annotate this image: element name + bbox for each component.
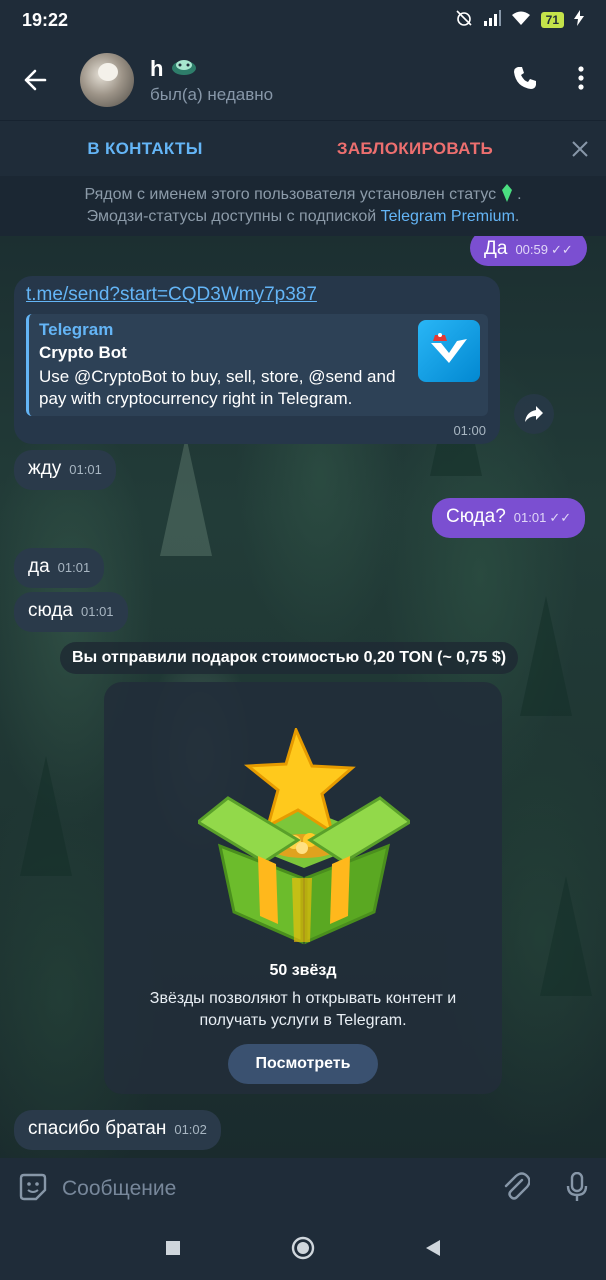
- preview-site-name: Telegram: [39, 320, 114, 339]
- message-link[interactable]: t.me/send?start=CQD3Wmy7p387: [26, 284, 488, 306]
- signal-icon: [483, 9, 501, 31]
- gift-stars-icon: [198, 728, 410, 945]
- message-incoming[interactable]: сюда 01:01: [14, 592, 128, 632]
- status-bar: 19:22 71: [0, 0, 606, 40]
- gift-description: Звёзды позволяют h открывать контент и п…: [149, 990, 457, 1029]
- message-incoming[interactable]: да 01:01: [14, 548, 105, 588]
- attach-button[interactable]: [502, 1171, 531, 1207]
- sticker-emoji-button[interactable]: [18, 1172, 48, 1207]
- emoji-status-icon[interactable]: [171, 56, 197, 82]
- more-vertical-icon: [578, 65, 584, 90]
- more-menu-button[interactable]: [578, 65, 584, 95]
- message-incoming-link[interactable]: t.me/send?start=CQD3Wmy7p387 Telegram Cr…: [14, 276, 500, 444]
- contact-action-bar: В КОНТАКТЫ ЗАБЛОКИРОВАТЬ: [0, 120, 606, 176]
- message-incoming[interactable]: спасибо братан 01:02: [14, 1110, 221, 1150]
- battery-indicator: 71: [540, 12, 564, 28]
- triangle-back-icon: [426, 1239, 440, 1256]
- message-incoming[interactable]: жду 01:01: [14, 450, 116, 490]
- preview-description: Use @CryptoBot to buy, sell, store, @sen…: [39, 367, 396, 408]
- phone-icon: [514, 66, 536, 89]
- avatar[interactable]: [80, 53, 134, 107]
- charging-icon: [574, 9, 584, 31]
- share-arrow-icon: [525, 406, 543, 422]
- voice-message-button[interactable]: [566, 1171, 588, 1207]
- back-button[interactable]: [0, 40, 70, 120]
- background-tree: [160, 436, 212, 556]
- view-gift-button[interactable]: Посмотреть: [228, 1044, 378, 1084]
- last-seen-status: был(а) недавно: [150, 84, 274, 104]
- message-input[interactable]: Сообщение: [62, 1177, 176, 1201]
- system-navigation-bar: [0, 1220, 606, 1280]
- block-user-button[interactable]: ЗАБЛОКИРОВАТЬ: [290, 139, 540, 159]
- crypto-bot-logo-icon: [418, 320, 480, 382]
- arrow-left-icon: [24, 69, 47, 91]
- circle-icon: [291, 1236, 315, 1259]
- preview-title: Crypto Bot: [39, 343, 127, 362]
- gift-title: 50 звёзд: [269, 962, 337, 979]
- paperclip-icon: [504, 1171, 531, 1200]
- alarm-off-icon: [455, 9, 473, 32]
- recents-button[interactable]: [165, 1240, 181, 1261]
- message-input-bar: Сообщение: [0, 1158, 606, 1220]
- close-icon: [572, 140, 588, 157]
- message-time: 01:00: [453, 423, 486, 438]
- double-check-icon: ✓✓: [550, 242, 573, 257]
- chat-header: h был(а) недавно: [0, 40, 606, 120]
- premium-link[interactable]: Telegram Premium: [381, 208, 515, 225]
- chat-messages[interactable]: Да 00:59 ✓✓ t.me/send?start=CQD3Wmy7p387 T…: [0, 236, 606, 1158]
- status-time: 19:22: [22, 9, 69, 30]
- gift-card[interactable]: 50 звёзд Звёзды позволяют h открывать ко…: [104, 682, 502, 1094]
- add-contact-button[interactable]: В КОНТАКТЫ: [0, 139, 290, 159]
- wifi-icon: [511, 10, 531, 31]
- background-tree: [20, 756, 72, 876]
- chat-name: h: [150, 55, 164, 81]
- home-button[interactable]: [291, 1236, 315, 1265]
- notice-line1: Рядом с именем этого пользователя устано…: [84, 186, 497, 203]
- double-check-icon: ✓✓: [549, 510, 572, 525]
- square-icon: [166, 1240, 180, 1255]
- link-preview[interactable]: Telegram Crypto Bot Use @CryptoBot to bu…: [26, 314, 488, 416]
- call-button[interactable]: [512, 65, 538, 96]
- message-outgoing[interactable]: Да 00:59 ✓✓: [470, 236, 587, 266]
- system-back-button[interactable]: [425, 1239, 441, 1262]
- close-action-bar-button[interactable]: [554, 121, 606, 177]
- background-tree: [520, 596, 572, 716]
- share-button[interactable]: [514, 394, 554, 434]
- microphone-icon: [566, 1171, 588, 1201]
- emoji-status-notice: Рядом с именем этого пользователя устано…: [12, 178, 594, 234]
- message-outgoing[interactable]: Сюда? 01:01 ✓✓: [432, 498, 586, 538]
- crystal-icon: [501, 184, 517, 203]
- service-message: Вы отправили подарок стоимостью 0,20 TON…: [60, 642, 519, 674]
- background-tree: [540, 876, 592, 996]
- chat-title-block[interactable]: h был(а) недавно: [150, 56, 273, 105]
- sticker-icon: [19, 1173, 47, 1200]
